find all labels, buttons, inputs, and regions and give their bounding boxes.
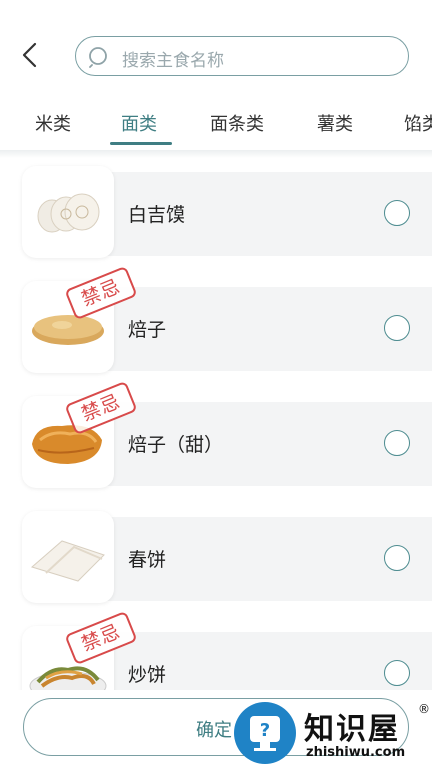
- watermark-registered: ®: [418, 702, 430, 716]
- chevron-left-icon: [22, 42, 37, 68]
- confirm-label: 确定: [196, 720, 232, 741]
- select-radio[interactable]: [384, 315, 410, 341]
- list-item[interactable]: 禁忌 炒饼: [22, 610, 432, 690]
- item-name: 焙子: [128, 319, 167, 341]
- tab-tubers[interactable]: 薯类: [317, 110, 353, 136]
- list-top-shadow: [0, 150, 432, 158]
- list-item[interactable]: 禁忌 焙子: [22, 265, 432, 373]
- spring-pancake-food-image: [22, 511, 114, 603]
- back-button[interactable]: [16, 40, 46, 70]
- watermark-logo: ? 知识屋 ® zhishiwu.com: [232, 700, 432, 768]
- select-radio[interactable]: [384, 545, 410, 571]
- item-name: 焙子（甜）: [128, 434, 224, 456]
- svg-text:?: ?: [260, 720, 270, 741]
- category-tabs: 米类 面类 面条类 薯类 馅类: [0, 104, 432, 150]
- watermark-subtitle: zhishiwu.com: [306, 745, 406, 760]
- question-monitor-icon: ?: [234, 702, 296, 764]
- select-radio[interactable]: [384, 430, 410, 456]
- tab-noodles[interactable]: 面条类: [210, 110, 264, 136]
- food-list: 白吉馍 禁忌 焙子 禁忌 焙子（甜） 春饼 禁忌 炒饼: [0, 150, 432, 690]
- search-input[interactable]: 搜索主食名称: [75, 36, 409, 76]
- tab-rice[interactable]: 米类: [35, 110, 71, 136]
- search-icon: [89, 47, 107, 68]
- item-name: 春饼: [128, 549, 167, 571]
- baijimo-food-image: [22, 166, 114, 258]
- tab-filling[interactable]: 馅类: [404, 110, 432, 136]
- select-radio[interactable]: [384, 200, 410, 226]
- list-item[interactable]: 白吉馍: [22, 166, 432, 258]
- list-item-background: [72, 172, 432, 256]
- tab-flour[interactable]: 面类: [121, 110, 157, 136]
- search-placeholder: 搜索主食名称: [122, 51, 224, 71]
- watermark-title: 知识屋: [304, 712, 400, 747]
- list-item[interactable]: 春饼: [22, 511, 432, 603]
- active-tab-indicator: [110, 142, 172, 145]
- select-radio[interactable]: [384, 660, 410, 686]
- list-item[interactable]: 禁忌 焙子（甜）: [22, 380, 432, 488]
- item-name: 白吉馍: [128, 204, 186, 226]
- item-name: 炒饼: [128, 664, 167, 686]
- list-item-background: [72, 517, 432, 601]
